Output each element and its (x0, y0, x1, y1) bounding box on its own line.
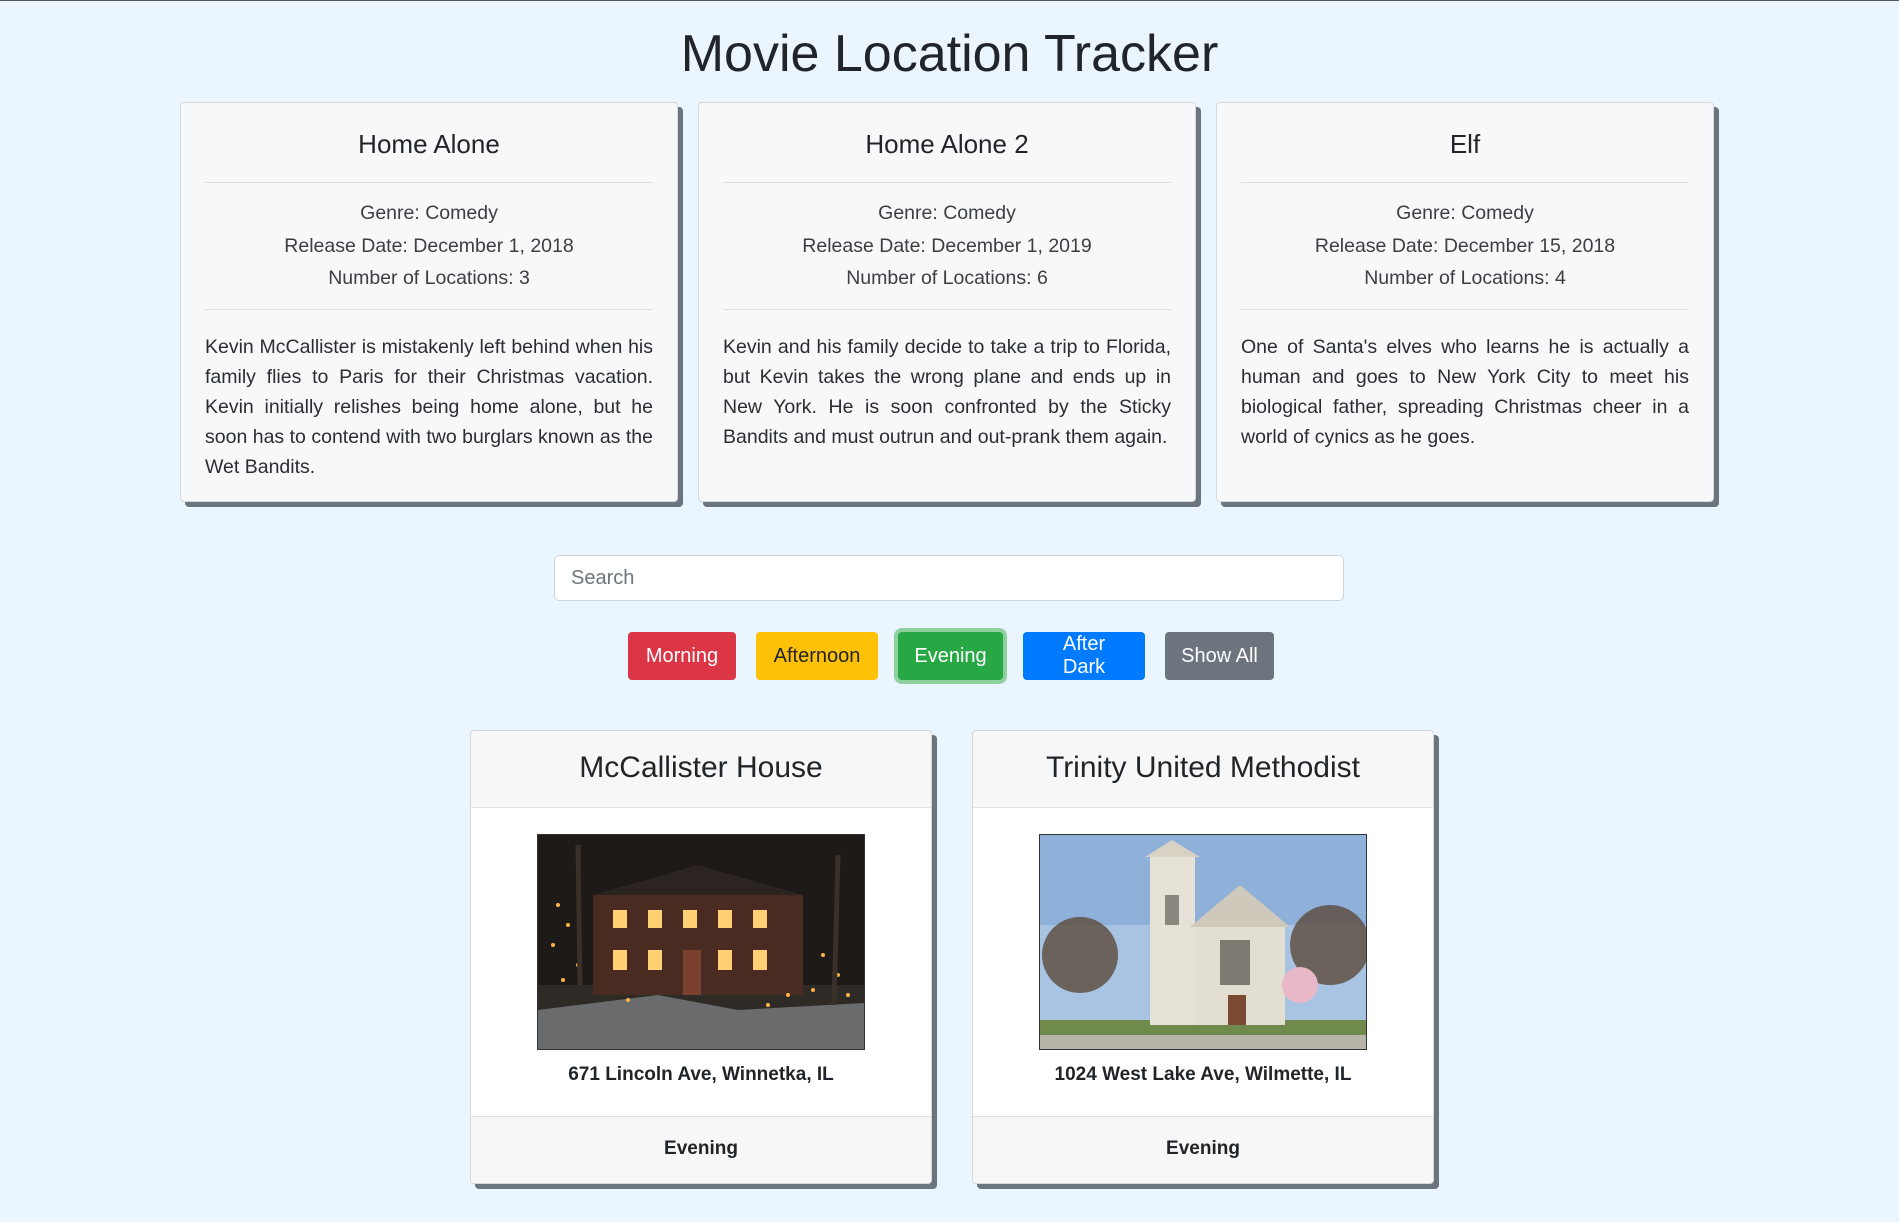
divider (1241, 308, 1689, 310)
movie-location-count: Number of Locations: 6 (846, 267, 1048, 289)
filter-evening-button[interactable]: Evening (898, 632, 1003, 680)
movie-meta: Genre: Comedy Release Date: December 15,… (1241, 183, 1689, 309)
location-list: McCallister House 671 Lincoln Ave, Winne… (470, 730, 1434, 1184)
movie-description: One of Santa's elves who learns he is ac… (1241, 335, 1689, 448)
filter-after-dark-button[interactable]: After Dark (1023, 632, 1145, 680)
movie-title: Home Alone (358, 129, 500, 159)
location-body: 1024 West Lake Ave, Wilmette, IL (973, 808, 1433, 1116)
movie-description: Kevin McCallister is mistakenly left beh… (205, 335, 653, 478)
search-container (554, 555, 1344, 601)
movie-list: Home Alone Genre: Comedy Release Date: D… (180, 102, 1714, 502)
movie-title: Home Alone 2 (865, 129, 1029, 159)
movie-location-count: Number of Locations: 4 (1364, 267, 1566, 289)
movie-card: Home Alone Genre: Comedy Release Date: D… (180, 102, 678, 502)
movie-meta: Genre: Comedy Release Date: December 1, … (205, 183, 653, 309)
location-time: Evening (471, 1116, 931, 1183)
location-card: McCallister House 671 Lincoln Ave, Winne… (470, 730, 932, 1184)
location-name: Trinity United Methodist (973, 731, 1433, 808)
location-photo (1039, 834, 1367, 1050)
location-time: Evening (973, 1116, 1433, 1183)
movie-release-date: Release Date: December 1, 2018 (284, 234, 574, 257)
location-photo (537, 834, 865, 1050)
filter-show-all-button[interactable]: Show All (1165, 632, 1274, 680)
divider (205, 308, 653, 310)
movie-location-count: Number of Locations: 3 (328, 267, 530, 289)
movie-genre: Genre: Comedy (1396, 202, 1534, 224)
location-card: Trinity United Methodist 1024 West Lake … (972, 730, 1434, 1184)
movie-card: Elf Genre: Comedy Release Date: December… (1216, 102, 1714, 502)
filter-afternoon-button[interactable]: Afternoon (756, 632, 878, 680)
movie-title: Elf (1449, 129, 1481, 159)
movie-release-date: Release Date: December 1, 2019 (802, 234, 1092, 257)
movie-description: Kevin and his family decide to take a tr… (723, 335, 1171, 448)
movie-meta: Genre: Comedy Release Date: December 1, … (723, 183, 1171, 309)
location-address: 671 Lincoln Ave, Winnetka, IL (568, 1064, 834, 1085)
divider (723, 308, 1171, 310)
page-title: Movie Location Tracker (680, 25, 1219, 83)
search-input[interactable] (554, 555, 1344, 601)
filter-morning-button[interactable]: Morning (628, 632, 736, 680)
location-address: 1024 West Lake Ave, Wilmette, IL (1054, 1064, 1352, 1085)
movie-release-date: Release Date: December 15, 2018 (1314, 234, 1616, 257)
movie-genre: Genre: Comedy (878, 202, 1016, 224)
movie-genre: Genre: Comedy (360, 202, 498, 224)
location-name: McCallister House (471, 731, 931, 808)
movie-card: Home Alone 2 Genre: Comedy Release Date:… (698, 102, 1196, 502)
time-filter-group: Morning Afternoon Evening After Dark Sho… (628, 632, 1274, 680)
location-body: 671 Lincoln Ave, Winnetka, IL (471, 808, 931, 1116)
